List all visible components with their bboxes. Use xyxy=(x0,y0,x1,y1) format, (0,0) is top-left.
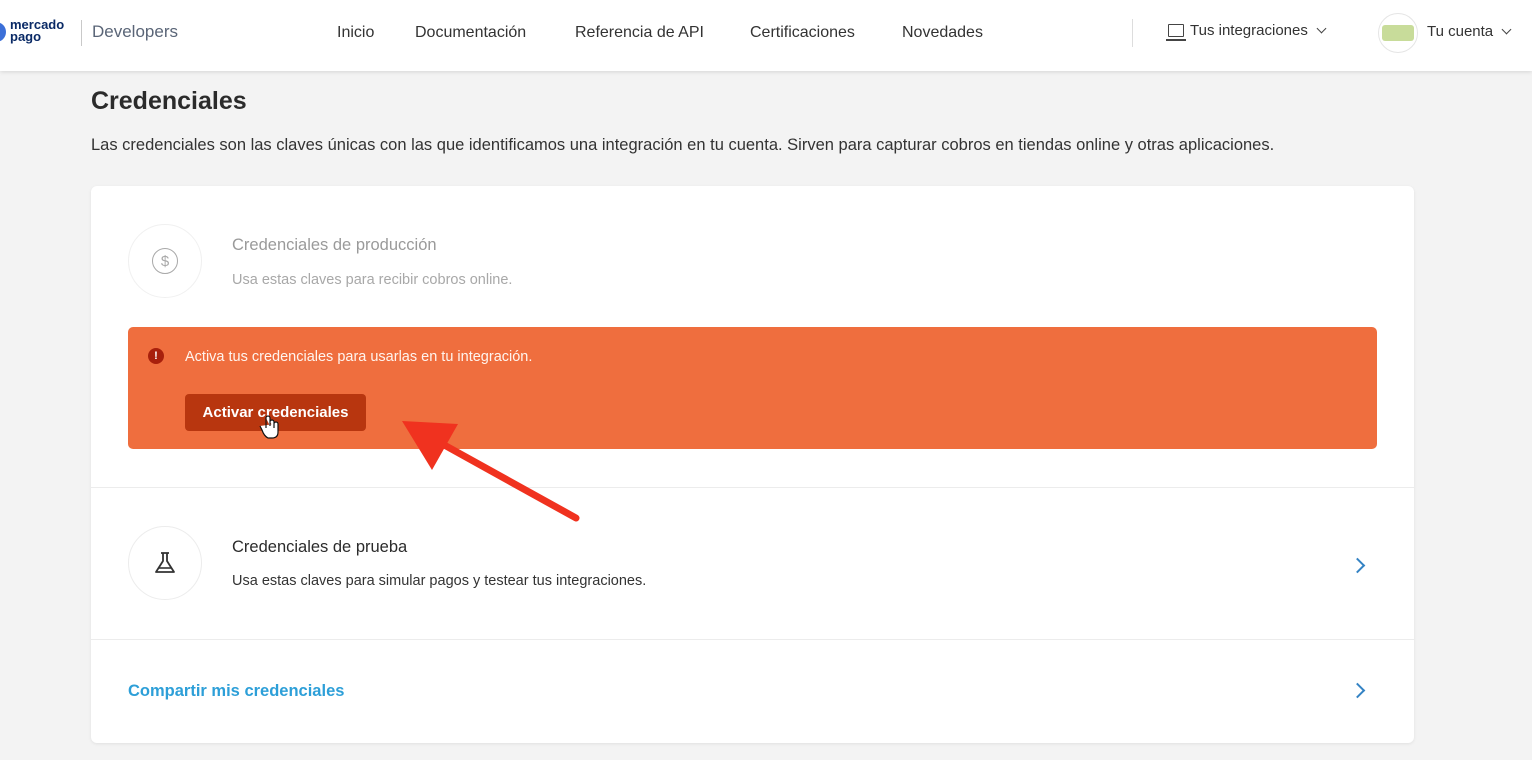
logo-divider xyxy=(81,20,82,46)
account-dropdown[interactable]: Tu cuenta xyxy=(1427,23,1512,40)
dollar-icon: $ xyxy=(152,248,178,274)
chevron-right-icon[interactable] xyxy=(1349,682,1366,699)
monitor-icon xyxy=(1166,24,1186,41)
nav-novedades[interactable]: Novedades xyxy=(902,24,983,42)
mercado-pago-logo[interactable]: mercado pago xyxy=(0,15,78,49)
credentials-card: $ Credenciales de producción Usa estas c… xyxy=(91,186,1414,743)
row-divider xyxy=(91,487,1414,488)
test-subtitle: Usa estas claves para simular pagos y te… xyxy=(232,573,647,589)
chevron-right-icon[interactable] xyxy=(1349,557,1366,574)
avatar[interactable] xyxy=(1378,13,1418,53)
activation-alert: ! Activa tus credenciales para usarlas e… xyxy=(128,327,1377,449)
top-navbar: mercado pago Developers Inicio Documenta… xyxy=(0,0,1532,71)
nav-referencia-api[interactable]: Referencia de API xyxy=(575,24,704,42)
test-title[interactable]: Credenciales de prueba xyxy=(232,538,407,557)
test-icon-circle xyxy=(128,526,202,600)
logo-mark xyxy=(0,22,6,42)
production-subtitle: Usa estas claves para recibir cobros onl… xyxy=(232,272,513,288)
page-description: Las credenciales son las claves únicas c… xyxy=(91,136,1275,154)
chevron-down-icon xyxy=(1501,24,1512,35)
alert-icon: ! xyxy=(148,348,164,364)
row-divider xyxy=(91,639,1414,640)
nav-certificaciones[interactable]: Certificaciones xyxy=(750,24,855,42)
nav-divider xyxy=(1132,19,1133,47)
alert-message: Activa tus credenciales para usarlas en … xyxy=(185,349,533,365)
page-title: Credenciales xyxy=(91,87,247,115)
flask-icon xyxy=(155,552,175,573)
share-credentials-link[interactable]: Compartir mis credenciales xyxy=(128,682,344,701)
integrations-dropdown[interactable]: Tus integraciones xyxy=(1166,22,1327,41)
integrations-label: Tus integraciones xyxy=(1190,22,1308,39)
developers-label[interactable]: Developers xyxy=(92,22,178,42)
account-label: Tu cuenta xyxy=(1427,23,1494,40)
chevron-down-icon xyxy=(1316,23,1327,34)
nav-inicio[interactable]: Inicio xyxy=(337,24,374,42)
production-title: Credenciales de producción xyxy=(232,236,437,254)
production-icon-circle: $ xyxy=(128,224,202,298)
nav-documentacion[interactable]: Documentación xyxy=(415,24,526,42)
logo-text-line2: pago xyxy=(10,29,42,44)
activate-credentials-button[interactable]: Activar credenciales xyxy=(185,394,366,431)
